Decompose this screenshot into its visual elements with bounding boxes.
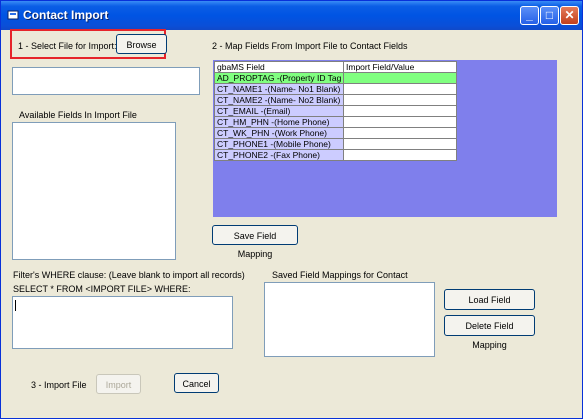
grid-row[interactable]: CT_PHONE1 -(Mobile Phone) [214, 138, 457, 150]
grid-field-cell[interactable]: CT_NAME1 -(Name- No1 Blank) [214, 83, 344, 95]
import-button[interactable]: Import [96, 374, 141, 394]
save-field-mapping-button[interactable]: Save Field Mapping [212, 225, 298, 259]
grid-field-cell[interactable]: CT_HM_PHN -(Home Phone) [214, 116, 344, 128]
text-cursor [15, 300, 16, 311]
grid-row[interactable]: CT_HM_PHN -(Home Phone) [214, 116, 457, 128]
grid-value-cell[interactable] [343, 105, 457, 117]
field-mapping-grid[interactable]: gbaMS Field Import Field/Value AD_PROPTA… [213, 60, 557, 217]
saved-mappings-label: Saved Field Mappings for Contact [272, 270, 408, 280]
grid-field-cell[interactable]: CT_PHONE1 -(Mobile Phone) [214, 138, 344, 150]
grid-value-cell[interactable] [343, 149, 457, 161]
delete-field-mapping-button[interactable]: Delete Field Mapping [444, 315, 535, 350]
grid-row[interactable]: CT_EMAIL -(Email) [214, 105, 457, 117]
grid-row[interactable]: CT_NAME2 -(Name- No2 Blank) [214, 94, 457, 106]
load-field-mapping-button[interactable]: Load Field Mapping [444, 289, 535, 324]
grid-field-cell[interactable]: CT_NAME2 -(Name- No2 Blank) [214, 94, 344, 106]
grid-value-cell[interactable] [343, 94, 457, 106]
grid-header-value: Import Field/Value [343, 61, 457, 73]
grid-field-cell[interactable]: CT_EMAIL -(Email) [214, 105, 344, 117]
grid-value-cell[interactable] [343, 116, 457, 128]
grid-value-cell[interactable] [343, 138, 457, 150]
step2-label: 2 - Map Fields From Import File to Conta… [212, 41, 408, 51]
grid-field-cell[interactable]: AD_PROPTAG -(Property ID Tag [214, 72, 344, 84]
step1-label: 1 - Select File for Import: [18, 41, 117, 51]
grid-value-cell[interactable] [343, 72, 457, 84]
minimize-button[interactable]: _ [520, 6, 539, 25]
maximize-icon: □ [545, 8, 554, 22]
filter-label: Filter's WHERE clause: (Leave blank to i… [13, 270, 245, 280]
grid-row[interactable]: AD_PROPTAG -(Property ID Tag [214, 72, 457, 84]
grid-header-field: gbaMS Field [214, 61, 344, 73]
available-fields-label: Available Fields In Import File [19, 110, 137, 120]
close-icon: ✕ [564, 8, 575, 22]
where-clause-input[interactable] [12, 296, 233, 349]
grid-field-cell[interactable]: CT_PHONE2 -(Fax Phone) [214, 149, 344, 161]
import-file-path-field[interactable] [12, 67, 200, 95]
grid-row[interactable]: CT_PHONE2 -(Fax Phone) [214, 149, 457, 161]
app-icon [7, 10, 19, 20]
maximize-button[interactable]: □ [540, 6, 559, 25]
grid-field-cell[interactable]: CT_WK_PHN -(Work Phone) [214, 127, 344, 139]
browse-button[interactable]: Browse [116, 34, 167, 54]
contact-import-window: Contact Import _ □ ✕ 1 - Select File for… [0, 0, 583, 419]
step3-label: 3 - Import File [31, 380, 87, 390]
cancel-button[interactable]: Cancel [174, 373, 219, 393]
grid-row[interactable]: CT_WK_PHN -(Work Phone) [214, 127, 457, 139]
grid-row[interactable]: CT_NAME1 -(Name- No1 Blank) [214, 83, 457, 95]
grid-header-row: gbaMS Field Import Field/Value [214, 61, 457, 73]
sql-prefix-label: SELECT * FROM <IMPORT FILE> WHERE: [13, 284, 191, 294]
grid-value-cell[interactable] [343, 83, 457, 95]
available-fields-list[interactable] [12, 122, 176, 260]
close-button[interactable]: ✕ [560, 6, 579, 25]
title-bar[interactable]: Contact Import _ □ ✕ [1, 1, 582, 30]
grid-value-cell[interactable] [343, 127, 457, 139]
window-title: Contact Import [23, 8, 109, 22]
minimize-icon: _ [526, 8, 533, 22]
saved-mappings-list[interactable] [264, 282, 435, 357]
